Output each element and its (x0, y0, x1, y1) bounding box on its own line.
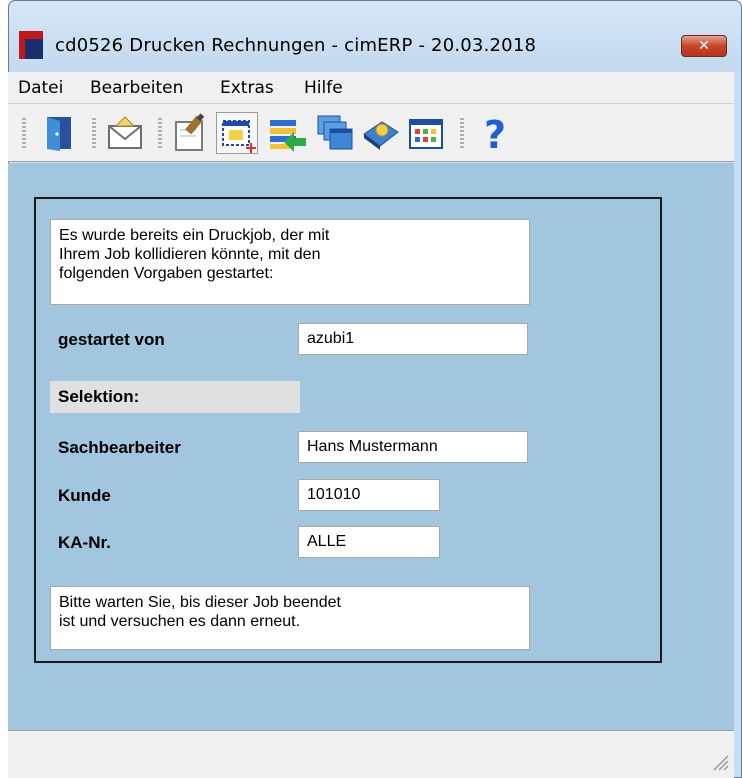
clerk-label: Sachbearbeiter (58, 438, 181, 457)
book-icon[interactable] (360, 112, 402, 154)
help-icon[interactable]: ? (474, 112, 516, 154)
intro-message: Es wurde bereits ein Druckjob, der mit I… (50, 219, 530, 305)
edit-form-icon[interactable] (170, 112, 212, 154)
toolbar: ? (8, 104, 734, 162)
intro-line-3: folgenden Vorgaben gestartet: (59, 265, 274, 282)
wait-line-2: ist und versuchen es dann erneut. (59, 613, 301, 630)
app-logo-icon (19, 31, 43, 59)
status-bar (8, 730, 734, 778)
intro-line-2: Ihrem Job kollidieren könnte, mit den (59, 246, 321, 263)
menu-item-hilfe[interactable]: Hilfe (304, 78, 343, 98)
ka-number-label: KA-Nr. (58, 533, 111, 552)
intro-line-1: Es wurde bereits ein Druckjob, der mit (59, 227, 330, 244)
toolbar-separator (92, 118, 96, 150)
content-area: Es wurde bereits ein Druckjob, der mit I… (8, 163, 734, 730)
mail-icon[interactable] (104, 112, 146, 154)
resize-grip-icon[interactable] (708, 750, 730, 772)
customer-label: Kunde (58, 486, 111, 505)
toolbar-separator (460, 118, 464, 150)
conflict-panel: Es wurde bereits ein Druckjob, der mit I… (34, 197, 662, 663)
menu-item-bearbeiten[interactable]: Bearbeiten (90, 78, 183, 98)
toolbar-grip (22, 118, 26, 150)
title-bar[interactable]: cd0526 Drucken Rechnungen - cimERP - 20.… (9, 1, 741, 71)
toolbar-separator (158, 118, 162, 150)
window-title: cd0526 Drucken Rechnungen - cimERP - 20.… (55, 35, 537, 56)
customer-field: 101010 (298, 479, 440, 511)
close-button[interactable]: ✕ (681, 35, 727, 57)
menu-bar: Datei Bearbeiten Extras Hilfe (8, 72, 734, 104)
wait-message: Bitte warten Sie, bis dieser Job beendet… (50, 586, 530, 650)
new-record-icon[interactable] (216, 112, 258, 154)
calendar-grid-icon[interactable] (406, 112, 448, 154)
import-list-icon[interactable] (266, 112, 308, 154)
menu-item-extras[interactable]: Extras (220, 78, 274, 98)
clerk-field: Hans Mustermann (298, 431, 528, 463)
selection-label: Selektion: (50, 381, 300, 413)
svg-text:?: ? (484, 113, 506, 154)
windows-icon[interactable] (314, 112, 356, 154)
menu-item-datei[interactable]: Datei (18, 78, 63, 98)
started-by-label: gestartet von (58, 330, 165, 349)
wait-line-1: Bitte warten Sie, bis dieser Job beendet (59, 594, 341, 611)
exit-door-icon[interactable] (38, 112, 80, 154)
ka-number-field: ALLE (298, 526, 440, 558)
started-by-field: azubi1 (298, 323, 528, 355)
